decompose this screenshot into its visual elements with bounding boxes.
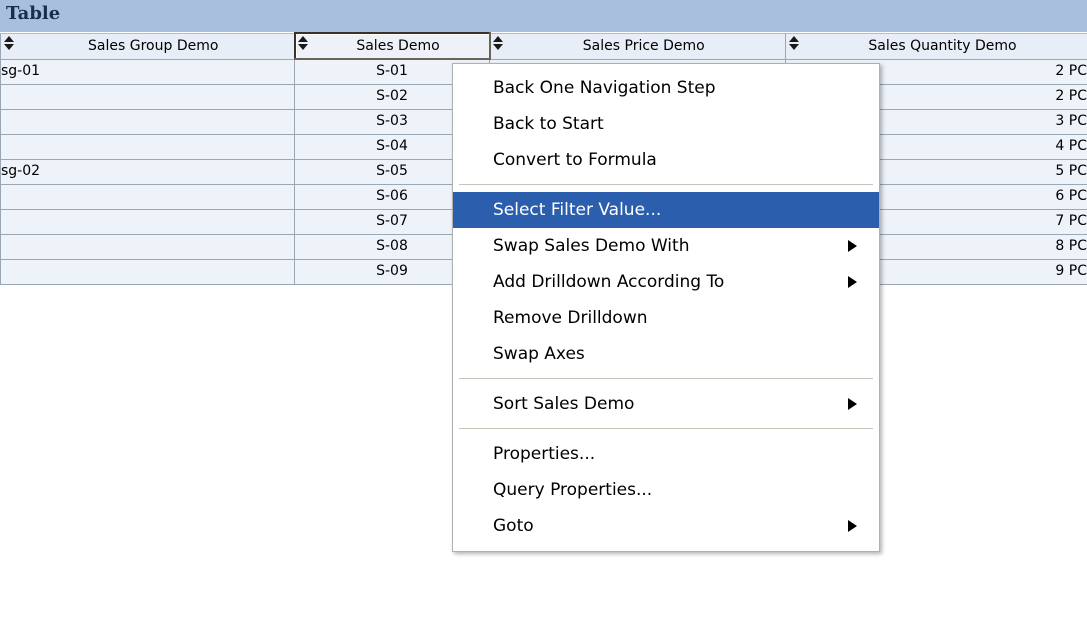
column-header-label: Sales Group Demo (1, 34, 294, 58)
sort-arrows-icon[interactable] (3, 36, 14, 56)
column-header-label: Sales Demo (296, 34, 489, 58)
cell-group[interactable] (1, 209, 295, 234)
column-header-sales[interactable]: Sales Demo (295, 33, 490, 59)
page-title: Table (6, 3, 60, 24)
menu-item[interactable]: Convert to Formula (453, 142, 879, 178)
menu-item[interactable]: Back One Navigation Step (453, 70, 879, 106)
menu-item[interactable]: Back to Start (453, 106, 879, 142)
cell-group[interactable] (1, 134, 295, 159)
sort-arrows-icon[interactable] (298, 36, 309, 56)
submenu-arrow-icon (848, 398, 857, 410)
submenu-arrow-icon (848, 240, 857, 252)
menu-item[interactable]: Remove Drilldown (453, 300, 879, 336)
menu-separator (459, 378, 873, 380)
sort-arrows-icon[interactable] (788, 36, 799, 56)
menu-item-label: Sort Sales Demo (493, 394, 634, 414)
menu-item-label: Swap Sales Demo With (493, 236, 689, 256)
menu-item-label: Add Drilldown According To (493, 272, 724, 292)
context-menu[interactable]: Back One Navigation Step Back to Start Con… (452, 63, 880, 552)
menu-item[interactable]: Swap Sales Demo With (453, 228, 879, 264)
menu-item[interactable]: Properties... (453, 436, 879, 472)
menu-item-label: Swap Axes (493, 344, 585, 364)
cell-group[interactable] (1, 184, 295, 209)
menu-item-label: Back One Navigation Step (493, 78, 716, 98)
menu-item[interactable]: Add Drilldown According To (453, 264, 879, 300)
cell-group[interactable]: sg-02 (1, 159, 295, 184)
menu-item-label: Convert to Formula (493, 150, 657, 170)
menu-separator (459, 184, 873, 186)
cell-group[interactable] (1, 84, 295, 109)
menu-item-label: Query Properties... (493, 480, 652, 500)
menu-item-label: Select Filter Value... (493, 200, 661, 220)
window-title-bar: Table (0, 0, 1087, 32)
cell-group[interactable] (1, 259, 295, 284)
sort-arrows-icon[interactable] (493, 36, 504, 56)
menu-item[interactable]: Sort Sales Demo (453, 386, 879, 422)
menu-item[interactable]: Swap Axes (453, 336, 879, 372)
cell-group[interactable]: sg-01 (1, 59, 295, 84)
submenu-arrow-icon (848, 276, 857, 288)
menu-item-label: Goto (493, 516, 534, 536)
menu-item[interactable]: Select Filter Value... (453, 192, 879, 228)
cell-group[interactable] (1, 234, 295, 259)
column-header-label: Sales Price Demo (491, 34, 786, 58)
column-header-price[interactable]: Sales Price Demo (490, 33, 786, 59)
menu-item-label: Properties... (493, 444, 595, 464)
column-header-label: Sales Quantity Demo (786, 34, 1087, 58)
cell-group[interactable] (1, 109, 295, 134)
menu-item[interactable]: Goto (453, 508, 879, 544)
column-header-quantity[interactable]: Sales Quantity Demo (786, 33, 1087, 59)
column-header-group[interactable]: Sales Group Demo (1, 33, 295, 59)
menu-item[interactable]: Query Properties... (453, 472, 879, 508)
menu-item-label: Remove Drilldown (493, 308, 648, 328)
menu-separator (459, 428, 873, 430)
menu-item-label: Back to Start (493, 114, 604, 134)
submenu-arrow-icon (848, 520, 857, 532)
table-header-row: Sales Group DemoSales DemoSales Price De… (1, 33, 1087, 59)
